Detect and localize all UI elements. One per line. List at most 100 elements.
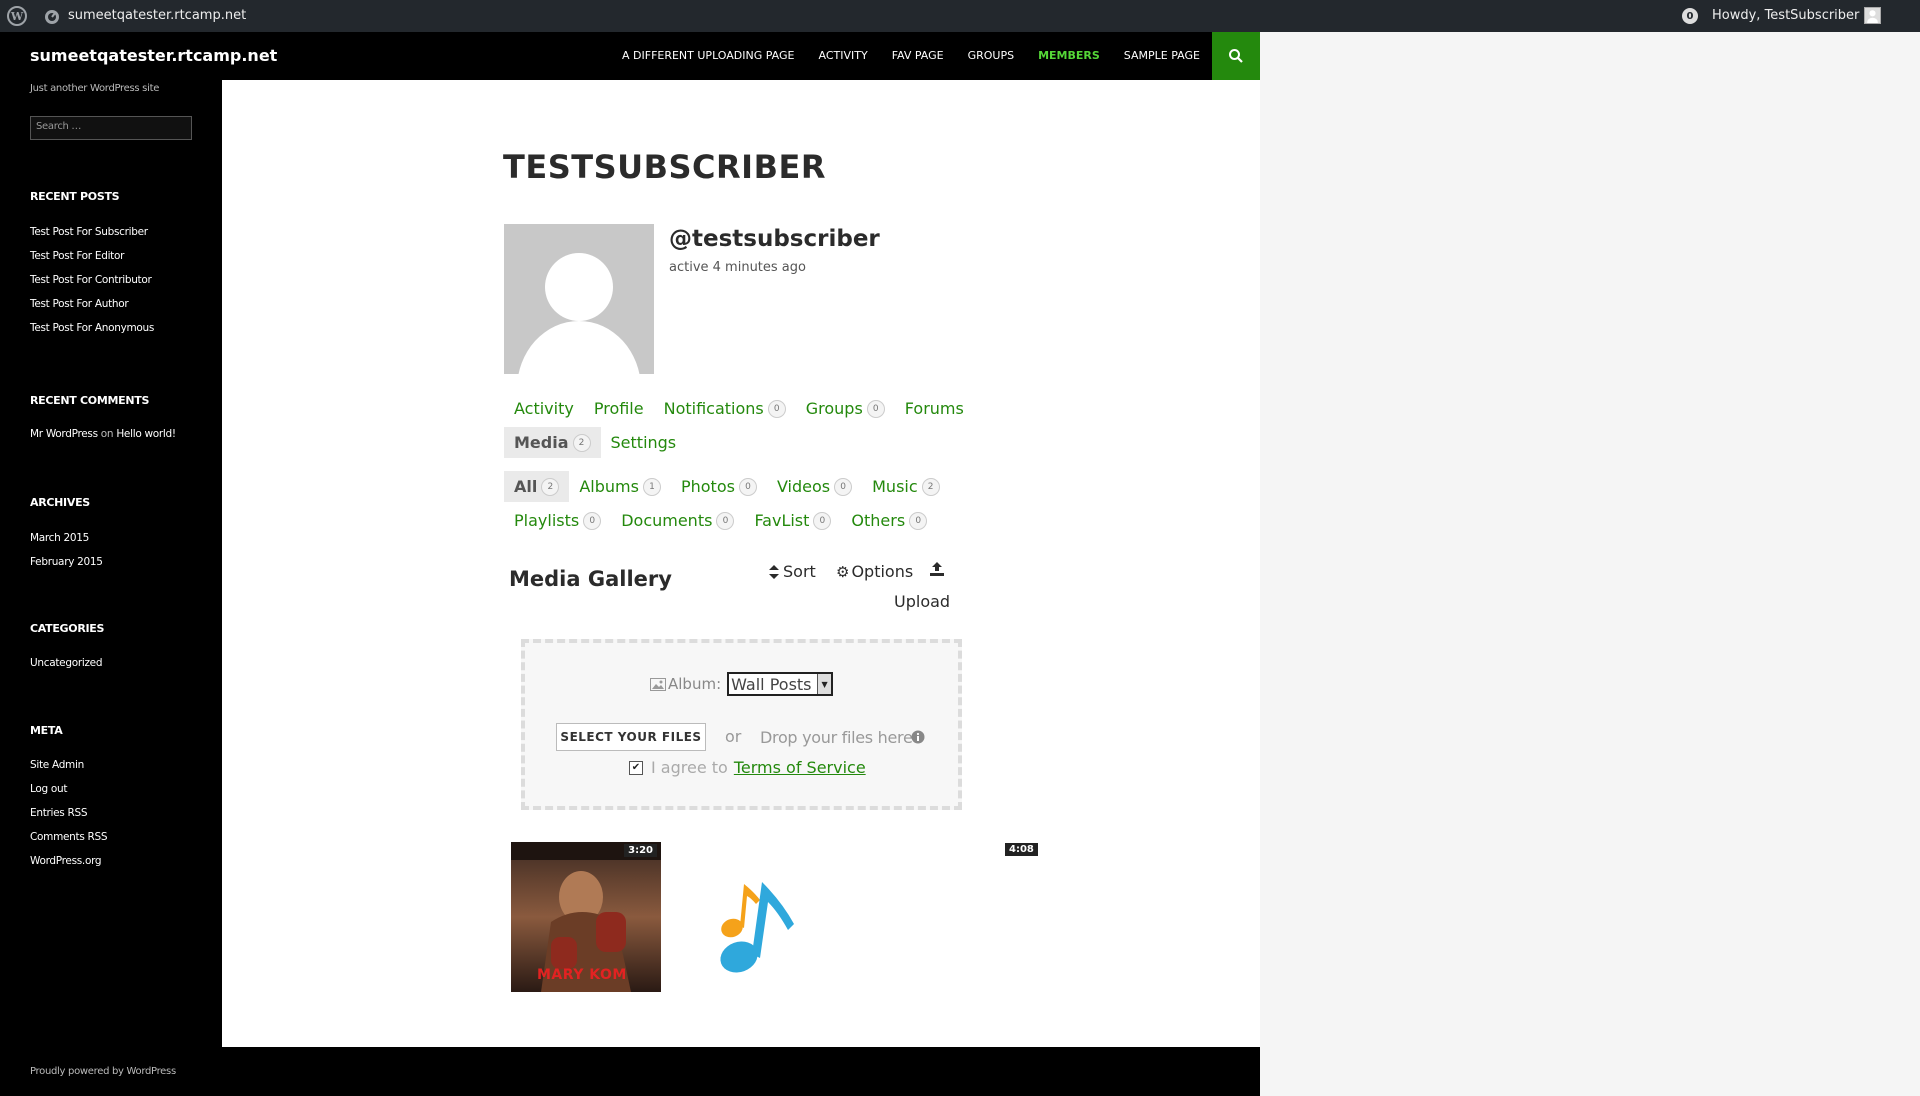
wordpress-logo-icon[interactable]: W	[7, 6, 27, 26]
terms-of-service-link[interactable]: Terms of Service	[734, 758, 866, 777]
tab-label: Profile	[593, 399, 644, 418]
subtab-others[interactable]: Others 0	[841, 505, 937, 536]
album-label: Album:	[668, 675, 722, 693]
profile-avatar[interactable]	[504, 224, 654, 374]
count-badge: 2	[921, 477, 940, 496]
category-link[interactable]: Uncategorized	[30, 655, 102, 679]
profile-username: @testsubscriber	[669, 226, 880, 252]
tab-notifications[interactable]: Notifications 0	[654, 393, 796, 424]
meta-list: Site Admin Log out Entries RSS Comments …	[30, 757, 108, 877]
tab-label: Others	[851, 511, 906, 530]
chevron-down-icon: ▼	[817, 674, 832, 694]
tab-settings[interactable]: Settings	[601, 427, 687, 458]
count-badge: 0	[716, 511, 735, 530]
terms-checkbox[interactable]: ✔	[629, 760, 643, 775]
subtab-music[interactable]: Music 2	[862, 471, 950, 502]
tab-label: Albums	[579, 477, 639, 496]
subtab-videos[interactable]: Videos 0	[767, 471, 862, 502]
recent-post-link[interactable]: Test Post For Contributor	[30, 272, 154, 296]
recent-post-link[interactable]: Test Post For Subscriber	[30, 224, 154, 248]
profile-nav-row-1: Activity Profile Notifications 0 Groups 0 …	[504, 393, 974, 424]
site-header: sumeetqatester.rtcamp.net A DIFFERENT UP…	[0, 32, 1260, 80]
count-badge: 0	[767, 399, 786, 418]
count-badge: 0	[813, 511, 832, 530]
search-icon	[1229, 49, 1243, 63]
album-select-value: Wall Posts	[731, 674, 812, 694]
recent-comment-item: Mr WordPress on Hello world!	[30, 426, 176, 450]
recent-posts-list: Test Post For Subscriber Test Post For E…	[30, 224, 154, 344]
meta-entries-rss-link[interactable]: Entries RSS	[30, 805, 107, 829]
last-active-text: active 4 minutes ago	[669, 260, 806, 275]
recent-post-link[interactable]: Test Post For Author	[30, 296, 154, 320]
media-subnav-row-1: All 2 Albums 1 Photos 0 Videos 0 Music 2	[504, 471, 950, 502]
video-duration-badge: 3:20	[624, 844, 657, 857]
sort-icon	[769, 564, 779, 579]
dashboard-icon[interactable]	[44, 8, 60, 24]
meta-heading: META	[30, 724, 63, 737]
tab-media[interactable]: Media 2	[504, 427, 601, 458]
subtab-favlist[interactable]: FavList 0	[744, 505, 841, 536]
info-icon[interactable]	[911, 730, 925, 744]
album-select[interactable]: Wall Posts ▼	[727, 672, 834, 696]
comment-on-text: on	[100, 428, 114, 440]
nav-a-different-uploading-page[interactable]: A DIFFERENT UPLOADING PAGE	[610, 32, 807, 80]
count-badge: 0	[909, 511, 928, 530]
recent-post-link[interactable]: Test Post For Editor	[30, 248, 154, 272]
tab-forums[interactable]: Forums	[895, 393, 974, 424]
upload-icon	[930, 562, 944, 576]
music-note-icon	[720, 882, 794, 973]
recent-post-link[interactable]: Test Post For Anonymous	[30, 320, 154, 344]
admin-bar: W sumeetqatester.rtcamp.net 0 Howdy, Tes…	[0, 0, 1920, 32]
nav-members[interactable]: MEMBERS	[1026, 32, 1112, 80]
subtab-photos[interactable]: Photos 0	[671, 471, 767, 502]
page-title: TESTSUBSCRIBER	[503, 148, 826, 186]
notification-count-badge[interactable]: 0	[1682, 8, 1698, 24]
categories-heading: CATEGORIES	[30, 622, 105, 635]
meta-log-out-link[interactable]: Log out	[30, 781, 107, 805]
tab-profile[interactable]: Profile	[584, 393, 654, 424]
comment-author-link[interactable]: Mr WordPress	[30, 428, 98, 440]
archives-heading: ARCHIVES	[30, 496, 90, 509]
count-badge: 0	[866, 399, 885, 418]
tab-label: Videos	[776, 477, 831, 496]
nav-fav-page[interactable]: FAV PAGE	[880, 32, 956, 80]
media-subnav-row-2: Playlists 0 Documents 0 FavList 0 Others 0	[504, 505, 937, 536]
count-badge: 0	[834, 477, 853, 496]
archive-link[interactable]: March 2015	[30, 530, 103, 554]
options-label: Options	[851, 562, 914, 581]
subtab-documents[interactable]: Documents 0	[611, 505, 744, 536]
subtab-playlists[interactable]: Playlists 0	[504, 505, 611, 536]
upload-dropzone[interactable]: Album: Wall Posts ▼ SELECT YOUR FILES or…	[521, 639, 962, 810]
tab-label: Music	[872, 477, 918, 496]
media-item-music[interactable]	[682, 842, 832, 992]
meta-wordpress-org-link[interactable]: WordPress.org	[30, 853, 107, 877]
archives-list: March 2015 February 2015	[30, 530, 103, 578]
subtab-all[interactable]: All 2	[504, 471, 570, 502]
media-item-video[interactable]: MARY KOM 3:20	[511, 842, 661, 992]
sidebar-search-input[interactable]: Search …	[30, 116, 192, 140]
upload-button-label[interactable]: Upload	[894, 592, 950, 611]
search-toggle-button[interactable]	[1212, 32, 1260, 80]
site-title[interactable]: sumeetqatester.rtcamp.net	[30, 46, 277, 65]
options-button[interactable]: ⚙ Options	[836, 562, 913, 581]
nav-sample-page[interactable]: SAMPLE PAGE	[1112, 32, 1212, 80]
site-footer-credit[interactable]: Proudly powered by WordPress	[30, 1066, 176, 1077]
meta-comments-rss-link[interactable]: Comments RSS	[30, 829, 108, 853]
subtab-albums[interactable]: Albums 1	[569, 471, 671, 502]
comment-post-link[interactable]: Hello world!	[116, 428, 176, 440]
archive-link[interactable]: February 2015	[30, 554, 103, 578]
upload-icon-button[interactable]	[930, 562, 944, 576]
count-badge: 2	[572, 433, 591, 452]
tab-label: Photos	[680, 477, 735, 496]
count-badge: 0	[738, 477, 757, 496]
admin-site-name[interactable]: sumeetqatester.rtcamp.net	[68, 8, 246, 23]
nav-activity[interactable]: ACTIVITY	[807, 32, 880, 80]
meta-site-admin-link[interactable]: Site Admin	[30, 757, 107, 781]
user-avatar-small[interactable]	[1864, 7, 1881, 24]
nav-groups[interactable]: GROUPS	[956, 32, 1027, 80]
select-your-files-button[interactable]: SELECT YOUR FILES	[556, 723, 706, 751]
howdy-user-menu[interactable]: Howdy, TestSubscriber	[1712, 8, 1859, 23]
tab-groups[interactable]: Groups 0	[796, 393, 895, 424]
sort-button[interactable]: Sort	[769, 562, 816, 581]
tab-activity[interactable]: Activity	[504, 393, 584, 424]
